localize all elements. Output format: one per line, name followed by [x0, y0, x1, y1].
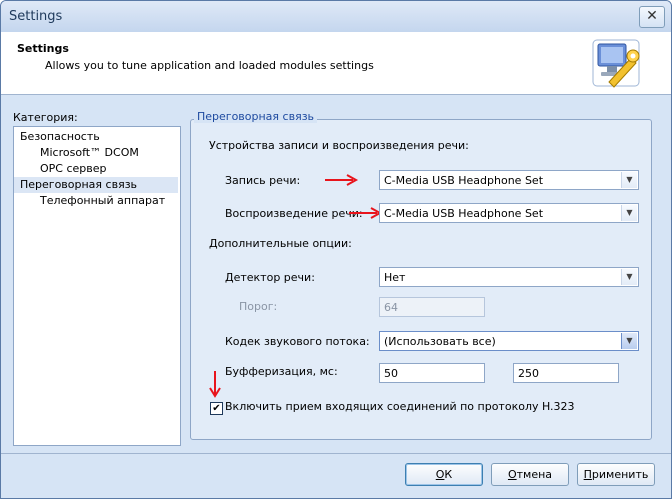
annotation-arrow-icon: [325, 174, 359, 186]
category-tree[interactable]: Безопасность Microsoft™ DCOM OPC сервер …: [13, 126, 181, 446]
groupbox-legend: Переговорная связь: [194, 110, 318, 123]
annotation-arrow-icon: [209, 371, 221, 398]
close-button[interactable]: ✕: [639, 6, 665, 28]
cancel-button[interactable]: Отмена: [491, 463, 569, 486]
header-description: Allows you to tune application and loade…: [45, 59, 374, 72]
header-banner: Settings Allows you to tune application …: [1, 32, 671, 95]
window-title: Settings: [9, 9, 63, 24]
ok-button-label: К: [444, 468, 453, 481]
devices-section-label: Устройства записи и воспроизведения речи…: [209, 139, 469, 152]
annotation-arrow-icon: [349, 207, 383, 219]
h323-checkbox[interactable]: ✔: [210, 402, 223, 415]
playback-device-value: C-Media USB Headphone Set: [384, 207, 544, 220]
chevron-down-icon[interactable]: ▼: [621, 205, 637, 221]
speech-detector-select[interactable]: Нет ▼: [379, 267, 639, 287]
threshold-input: 64: [379, 297, 485, 317]
record-device-select[interactable]: C-Media USB Headphone Set ▼: [379, 170, 639, 190]
tree-item-phone[interactable]: Телефонный аппарат: [14, 193, 178, 209]
chevron-down-icon[interactable]: ▼: [621, 269, 637, 285]
detector-label: Детектор речи:: [225, 271, 315, 284]
speech-detector-value: Нет: [384, 271, 406, 284]
buffer-max-input[interactable]: 250: [513, 363, 619, 383]
tree-item-label: OPC сервер: [40, 162, 107, 175]
cancel-button-hotkey: О: [507, 468, 517, 481]
close-icon: ✕: [646, 8, 658, 24]
tree-item-intercom[interactable]: Переговорная связь: [14, 177, 178, 193]
playback-device-select[interactable]: C-Media USB Headphone Set ▼: [379, 203, 639, 223]
apply-button-hotkey: П: [583, 468, 592, 481]
threshold-value: 64: [384, 301, 398, 314]
buffer-label: Буфферизация, мс:: [225, 365, 338, 378]
buffer-min-value: 50: [384, 367, 398, 380]
tree-item-label: Microsoft™ DCOM: [40, 146, 139, 159]
options-section-label: Дополнительные опции:: [209, 237, 352, 250]
buffer-min-input[interactable]: 50: [379, 363, 485, 383]
settings-window: Settings ✕ Settings Allows you to tune a…: [0, 0, 672, 499]
tree-item-dcom[interactable]: Microsoft™ DCOM: [14, 145, 178, 161]
codec-select[interactable]: (Использовать все) ▼: [379, 331, 639, 351]
category-label: Категория:: [13, 111, 78, 124]
buffer-max-value: 250: [518, 367, 539, 380]
chevron-down-icon[interactable]: ▼: [621, 172, 637, 188]
title-bar[interactable]: Settings ✕: [1, 1, 671, 32]
threshold-label: Порог:: [239, 300, 278, 313]
record-label: Запись речи:: [225, 174, 301, 187]
apply-button-label: рименить: [591, 468, 649, 481]
cancel-button-label: тмена: [516, 468, 553, 481]
tree-item-opc-server[interactable]: OPC сервер: [14, 161, 178, 177]
chevron-down-icon[interactable]: ▼: [621, 333, 637, 349]
header-title: Settings: [17, 42, 69, 55]
playback-label: Воспроизведение речи:: [225, 207, 363, 220]
tree-item-label: Телефонный аппарат: [40, 194, 166, 207]
tree-item-label: Безопасность: [20, 130, 100, 143]
tree-item-label: Переговорная связь: [20, 178, 138, 191]
codec-value: (Использовать все): [384, 335, 496, 348]
tree-item-security[interactable]: Безопасность: [14, 129, 178, 145]
apply-button[interactable]: Применить: [577, 463, 655, 486]
codec-label: Кодек звукового потока:: [225, 335, 370, 348]
settings-wrench-icon: [592, 39, 640, 88]
checkmark-icon: ✔: [212, 403, 221, 414]
dialog-footer: ОК Отмена Применить: [1, 453, 671, 498]
h323-checkbox-label[interactable]: Включить прием входящих соединений по пр…: [225, 400, 575, 413]
ok-button[interactable]: ОК: [405, 463, 483, 486]
record-device-value: C-Media USB Headphone Set: [384, 174, 544, 187]
